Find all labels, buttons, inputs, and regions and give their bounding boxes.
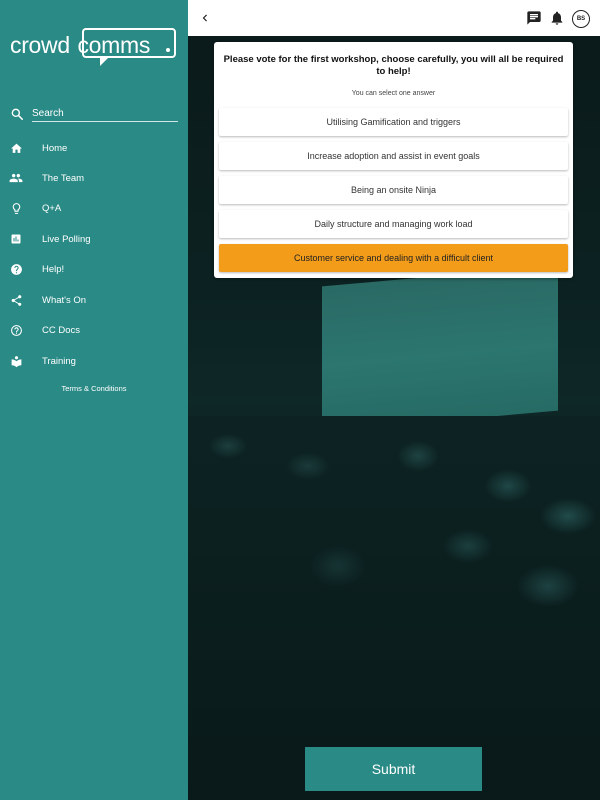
share-icon [9,293,23,307]
poll-icon [9,232,23,246]
sidebar-item-training[interactable]: Training [0,348,188,374]
people-icon [9,171,23,185]
sidebar-item-label: Home [42,142,68,154]
chevron-left-icon[interactable] [198,10,212,26]
poll-hint: You can select one answer [351,90,436,97]
background-crowd [188,416,600,800]
sidebar-item-home[interactable]: Home [0,135,188,161]
home-icon [9,141,23,155]
terms-and-conditions-link[interactable]: Terms & Conditions [0,384,188,393]
book-reader-icon [9,354,23,368]
sidebar-item-label: Live Polling [42,233,91,245]
sidebar-item-label: CC Docs [42,324,81,336]
poll-option-selected[interactable]: Customer service and dealing with a diff… [219,244,568,272]
sidebar-item-label: Help! [42,263,65,275]
crowdcomms-logo[interactable]: crowd comms [10,28,178,70]
sidebar-item-help[interactable]: Help! [0,256,188,282]
avatar[interactable]: BS [572,10,590,28]
sidebar-item-live-polling[interactable]: Live Polling [0,226,188,252]
search-input[interactable] [32,106,178,122]
sidebar-item-cc-docs[interactable]: CC Docs [0,317,188,343]
bell-icon[interactable] [549,10,565,26]
submit-button[interactable]: Submit [305,747,482,791]
poll-option[interactable]: Daily structure and managing work load [219,210,568,238]
help-icon [9,262,23,276]
sidebar-item-label: Training [42,355,76,367]
search-icon[interactable] [10,107,24,121]
logo-dot [166,48,170,52]
sidebar-item-label: The Team [42,172,85,184]
sidebar-search [10,106,178,124]
logo-speech-bubble [82,28,176,66]
sidebar-item-label: Q+A [42,202,62,214]
chat-icon[interactable] [526,10,542,26]
sidebar: crowd comms Home The Team Q+A Live Polli… [0,0,188,800]
lightbulb-icon [9,201,23,215]
poll-card: Please vote for the first workshop, choo… [214,42,573,278]
question-circle-icon [9,323,23,337]
sidebar-item-the-team[interactable]: The Team [0,165,188,191]
sidebar-item-whats-on[interactable]: What's On [0,287,188,313]
poll-question: Please vote for the first workshop, choo… [223,54,564,77]
background-projection-screen [322,265,558,432]
top-bar: BS [188,0,600,36]
poll-option[interactable]: Being an onsite Ninja [219,176,568,204]
main-content: BS Please vote for the first workshop, c… [188,0,600,800]
poll-option[interactable]: Increase adoption and assist in event go… [219,142,568,170]
sidebar-item-label: What's On [42,294,87,306]
poll-option[interactable]: Utilising Gamification and triggers [219,108,568,136]
sidebar-item-qa[interactable]: Q+A [0,195,188,221]
